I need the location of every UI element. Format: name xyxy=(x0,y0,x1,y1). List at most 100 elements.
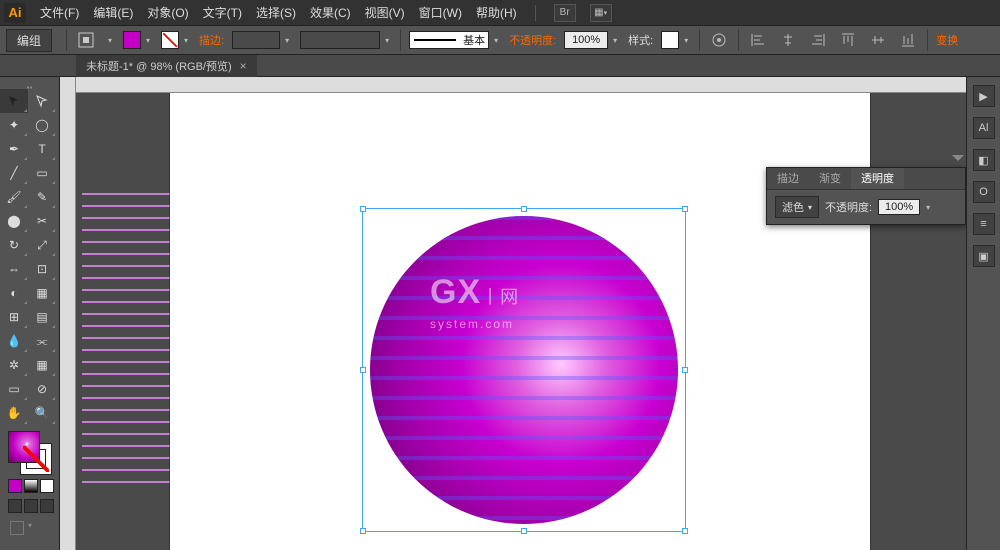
chevron-down-icon[interactable]: ▾ xyxy=(181,31,191,49)
chevron-down-icon[interactable]: ▾ xyxy=(610,31,620,49)
color-well[interactable] xyxy=(8,431,52,475)
symbol-sprayer-tool[interactable]: ✲ xyxy=(0,353,28,377)
scale-tool[interactable]: ⤢ xyxy=(28,233,56,257)
line-tool[interactable]: ╱ xyxy=(0,161,28,185)
chevron-down-icon[interactable]: ▾ xyxy=(681,31,691,49)
slice-tool[interactable]: ⊘ xyxy=(28,377,56,401)
artboard-tool[interactable]: ▭ xyxy=(0,377,28,401)
hand-tool[interactable]: ✋ xyxy=(0,401,28,425)
stroke-swatch-group[interactable]: ▾ xyxy=(161,31,191,49)
screen-mode-button[interactable] xyxy=(10,521,24,535)
menu-file[interactable]: 文件(F) xyxy=(40,4,79,21)
recolor-icon[interactable] xyxy=(708,29,730,51)
free-transform-tool[interactable]: ⊡ xyxy=(28,257,56,281)
panel-tab-stroke[interactable]: 描边 xyxy=(767,168,809,189)
menu-window[interactable]: 窗口(W) xyxy=(419,4,462,21)
stroke-weight[interactable]: ▾ xyxy=(232,31,292,49)
chevron-down-icon[interactable]: ▾ xyxy=(491,31,501,49)
shape-builder-tool[interactable]: ◐ xyxy=(0,281,28,305)
resize-handle[interactable] xyxy=(360,206,366,212)
align-bottom-icon[interactable] xyxy=(897,29,919,51)
rotate-tool[interactable]: ↻ xyxy=(0,233,28,257)
brush-style[interactable]: 基本▾ xyxy=(409,31,501,49)
resize-handle[interactable] xyxy=(521,528,527,534)
document-tab[interactable]: 未标题-1* @ 98% (RGB/预览) × xyxy=(76,55,257,77)
chevron-down-icon[interactable]: ▾ xyxy=(282,31,292,49)
menu-edit[interactable]: 编辑(E) xyxy=(93,4,133,21)
panel-icon[interactable]: O xyxy=(973,181,995,203)
transform-link[interactable]: 变换 xyxy=(936,32,958,48)
pen-tool[interactable]: ✒ xyxy=(0,137,28,161)
resize-handle[interactable] xyxy=(521,206,527,212)
panel-icon[interactable]: ≡ xyxy=(973,213,995,235)
zoom-tool[interactable]: 🔍 xyxy=(28,401,56,425)
eraser-tool[interactable]: ✂ xyxy=(28,209,56,233)
blend-mode-dropdown[interactable]: 滤色▾ xyxy=(775,196,819,218)
resize-handle[interactable] xyxy=(360,367,366,373)
panel-opacity-value[interactable]: 100% xyxy=(878,199,920,215)
menu-help[interactable]: 帮助(H) xyxy=(476,4,517,21)
canvas[interactable]: GX丨网 system.com xyxy=(76,93,966,550)
stroke-swatch-none[interactable] xyxy=(161,31,179,49)
graph-tool[interactable]: ▦ xyxy=(28,353,56,377)
selection-bounding-box[interactable] xyxy=(362,208,686,532)
magic-wand-tool[interactable]: ✦ xyxy=(0,113,28,137)
fill-swatch[interactable] xyxy=(123,31,141,49)
lasso-tool[interactable]: ◯ xyxy=(28,113,56,137)
mesh-tool[interactable]: ⊞ xyxy=(0,305,28,329)
chevron-down-icon[interactable]: ▾ xyxy=(143,31,153,49)
panel-tab-gradient[interactable]: 渐变 xyxy=(809,168,851,189)
color-mode-gradient[interactable] xyxy=(24,479,38,493)
align-left-icon[interactable] xyxy=(747,29,769,51)
menu-select[interactable]: 选择(S) xyxy=(256,4,296,21)
chevron-down-icon[interactable]: ▾ xyxy=(382,31,392,49)
blob-brush-tool[interactable]: ⬤ xyxy=(0,209,28,233)
draw-mode-icon[interactable] xyxy=(24,499,38,513)
rectangle-tool[interactable]: ▭ xyxy=(28,161,56,185)
panel-collapse-icon[interactable] xyxy=(952,155,964,161)
menu-effect[interactable]: 效果(C) xyxy=(310,4,351,21)
type-tool[interactable]: T xyxy=(28,137,56,161)
width-tool[interactable]: ⇔ xyxy=(0,257,28,281)
chevron-down-icon[interactable]: ▾ xyxy=(105,31,115,49)
gradient-tool[interactable]: ▤ xyxy=(28,305,56,329)
panel-icon[interactable]: ▣ xyxy=(973,245,995,267)
panel-icon[interactable]: ◧ xyxy=(973,149,995,171)
draw-behind-icon[interactable] xyxy=(40,499,54,513)
ruler-horizontal[interactable] xyxy=(76,77,966,93)
resize-handle[interactable] xyxy=(682,367,688,373)
arrange-docs-button[interactable]: ▦▾ xyxy=(590,4,612,22)
align-top-icon[interactable] xyxy=(837,29,859,51)
fill-swatch-group[interactable]: ▾ xyxy=(123,31,153,49)
panel-toggle-icon[interactable]: ▶ xyxy=(973,85,995,107)
resize-handle[interactable] xyxy=(360,528,366,534)
resize-handle[interactable] xyxy=(682,206,688,212)
menu-object[interactable]: 对象(O) xyxy=(147,4,188,21)
chevron-down-icon[interactable]: ▾ xyxy=(28,521,38,535)
eyedropper-tool[interactable]: 💧 xyxy=(0,329,28,353)
paintbrush-tool[interactable]: 🖌 xyxy=(0,185,28,209)
menu-view[interactable]: 视图(V) xyxy=(365,4,405,21)
close-icon[interactable]: × xyxy=(240,59,247,73)
color-mode-none[interactable] xyxy=(40,479,54,493)
align-hcenter-icon[interactable] xyxy=(777,29,799,51)
bridge-button[interactable]: Br xyxy=(554,4,576,22)
resize-handle[interactable] xyxy=(682,528,688,534)
menu-type[interactable]: 文字(T) xyxy=(203,4,242,21)
direct-selection-tool[interactable] xyxy=(28,89,56,113)
panel-tab-transparency[interactable]: 透明度 xyxy=(851,168,904,189)
blend-tool[interactable]: ⫘ xyxy=(28,329,56,353)
stroke-width-profile[interactable]: ▾ xyxy=(300,31,392,49)
color-mode-solid[interactable] xyxy=(8,479,22,493)
align-vcenter-icon[interactable] xyxy=(867,29,889,51)
ruler-vertical[interactable] xyxy=(60,77,76,550)
align-right-icon[interactable] xyxy=(807,29,829,51)
selection-tool[interactable] xyxy=(0,89,28,113)
perspective-tool[interactable]: ▦ xyxy=(28,281,56,305)
panel-icon[interactable]: Al xyxy=(973,117,995,139)
opacity-field[interactable]: 100%▾ xyxy=(564,31,620,49)
chevron-down-icon[interactable]: ▾ xyxy=(926,203,930,212)
graphic-style[interactable]: ▾ xyxy=(661,31,691,49)
stroke-color[interactable] xyxy=(20,443,52,475)
bbox-icon[interactable] xyxy=(75,29,97,51)
